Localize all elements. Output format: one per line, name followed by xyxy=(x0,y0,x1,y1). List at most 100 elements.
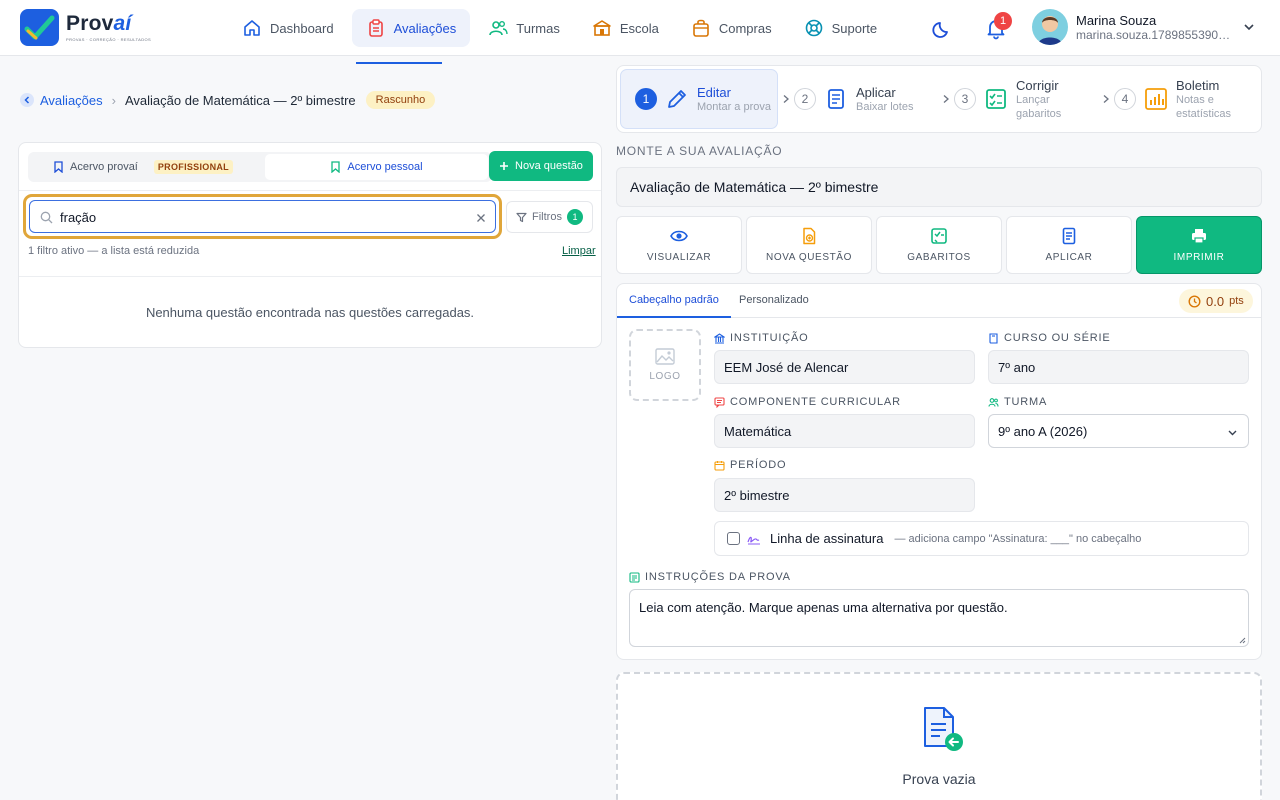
search-input[interactable] xyxy=(60,207,460,227)
plus-icon xyxy=(500,162,509,170)
subject-field[interactable]: Matemática xyxy=(714,414,975,448)
nav-escola[interactable]: Escola xyxy=(578,9,673,47)
checklist-icon xyxy=(986,89,1006,109)
new-question-button[interactable]: Nova questão xyxy=(489,151,593,181)
step-subtitle: Baixar lotes xyxy=(856,100,914,113)
breadcrumb: Avaliações › Avaliação de Matemática — 2… xyxy=(20,91,436,109)
search-focus-ring xyxy=(23,194,502,239)
divider xyxy=(19,276,601,277)
button-label: VISUALIZAR xyxy=(646,252,712,263)
preview-button[interactable]: VISUALIZAR xyxy=(616,216,742,274)
breadcrumb-current: Avaliação de Matemática — 2º bimestre xyxy=(124,92,356,108)
nav-label: Escola xyxy=(619,20,659,36)
signature-label: Linha de assinatura xyxy=(770,531,884,546)
print-button[interactable]: IMPRIMIR xyxy=(1136,216,1262,274)
signature-hint: — adiciona campo "Assinatura: ___" no ca… xyxy=(894,532,1142,545)
period-field[interactable]: 2º bimestre xyxy=(714,478,975,512)
step-boletim[interactable]: 4 Boletim Notas e estatísticas xyxy=(1100,69,1258,129)
new-question-action-button[interactable]: NOVA QUESTÃO xyxy=(746,216,872,274)
tab-acervo-pessoal[interactable]: Acervo pessoal xyxy=(265,154,488,180)
institution-label: INSTITUIÇÃO xyxy=(714,332,808,344)
building-icon xyxy=(714,332,725,344)
image-icon xyxy=(655,348,675,365)
step-corrigir[interactable]: 3 Corrigir Lançar gabaritos xyxy=(940,69,1095,129)
moon-icon[interactable] xyxy=(932,18,954,40)
nav-label: Suporte xyxy=(831,20,878,36)
instructions-textarea[interactable]: Leia com atenção. Marque apenas uma alte… xyxy=(629,589,1249,647)
nav-dashboard[interactable]: Dashboard xyxy=(228,9,348,47)
bank-source-tabs: Acervo provaí PROFISSIONAL Acervo pessoa… xyxy=(28,152,492,182)
status-badge: Rascunho xyxy=(365,91,436,109)
button-label: IMPRIMIR xyxy=(1173,252,1225,263)
top-bar: Provaí PROVAS · CORREÇÃO · RESULTADOS Da… xyxy=(0,0,1280,56)
filter-icon xyxy=(516,212,527,222)
user-name: Marina Souza xyxy=(1076,12,1157,28)
nav-label: Dashboard xyxy=(270,20,334,36)
button-label: APLICAR xyxy=(1045,252,1093,263)
main-nav: Dashboard Avaliações Turmas Escola Compr… xyxy=(228,9,891,47)
nav-compras[interactable]: Compras xyxy=(677,9,786,47)
brand-logo[interactable]: Provaí PROVAS · CORREÇÃO · RESULTADOS xyxy=(20,9,151,46)
text-icon xyxy=(629,571,640,583)
home-icon xyxy=(244,20,260,36)
step-title: Editar xyxy=(697,84,731,100)
chevron-left-icon[interactable] xyxy=(20,93,34,107)
nav-turmas[interactable]: Turmas xyxy=(474,9,574,47)
course-label: CURSO OU SÉRIE xyxy=(988,332,1111,344)
step-number: 3 xyxy=(954,88,976,110)
clear-filters-link[interactable]: Limpar xyxy=(562,245,596,257)
book-icon xyxy=(989,332,998,344)
divider xyxy=(19,190,601,191)
institution-field[interactable]: EEM José de Alencar xyxy=(714,350,975,384)
section-title: MONTE A SUA AVALIAÇÃO xyxy=(616,144,783,158)
button-label: Nova questão xyxy=(515,160,583,172)
users-icon xyxy=(988,397,999,407)
step-number: 4 xyxy=(1114,88,1136,110)
filter-hint: 1 filtro ativo — a lista está reduzida xyxy=(28,245,200,257)
printer-icon xyxy=(1192,229,1206,244)
class-select-value: 9º ano A (2026) xyxy=(998,424,1088,439)
step-aplicar[interactable]: 2 Aplicar Baixar lotes xyxy=(780,69,935,129)
tab-acervo-provai[interactable]: Acervo provaí PROFISSIONAL xyxy=(30,154,256,180)
points-unit: pts xyxy=(1229,295,1244,307)
course-field[interactable]: 7º ano xyxy=(988,350,1249,384)
step-number: 1 xyxy=(635,88,657,110)
empty-exam-dropzone: Prova vazia xyxy=(616,672,1262,800)
user-menu[interactable]: Marina Souza marina.souza.178985539079@p… xyxy=(1032,9,1236,45)
points-value: 0.0 xyxy=(1206,293,1225,309)
file-plus-icon xyxy=(803,227,816,245)
breadcrumb-parent[interactable]: Avaliações xyxy=(40,93,103,108)
builder-actions: VISUALIZAR NOVA QUESTÃO GABARITOS APLICA… xyxy=(616,216,1262,274)
brand-name: Provaí xyxy=(66,11,132,35)
button-label: Filtros xyxy=(532,211,562,223)
close-icon[interactable] xyxy=(476,213,486,223)
exam-title-field[interactable]: Avaliação de Matemática — 2º bimestre xyxy=(616,167,1262,207)
question-bank-panel: Acervo provaí PROFISSIONAL Acervo pessoa… xyxy=(18,142,602,348)
resize-handle-icon[interactable] xyxy=(1238,636,1246,644)
chevron-down-icon[interactable] xyxy=(1243,21,1255,33)
button-label: NOVA QUESTÃO xyxy=(766,252,852,263)
user-email: marina.souza.178985539079@provai.com.br xyxy=(1076,27,1236,42)
bookmark-icon xyxy=(54,161,63,173)
users-icon xyxy=(489,21,508,36)
logo-upload[interactable]: LOGO xyxy=(629,329,701,401)
tab-default-header[interactable]: Cabeçalho padrão xyxy=(617,284,731,318)
nav-avaliacoes[interactable]: Avaliações xyxy=(351,9,471,47)
answer-keys-button[interactable]: GABARITOS xyxy=(876,216,1002,274)
signature-checkbox[interactable] xyxy=(727,532,740,545)
step-title: Boletim xyxy=(1176,77,1220,93)
tab-custom-header[interactable]: Personalizado xyxy=(727,284,821,318)
instructions-label: INSTRUÇÕES DA PROVA xyxy=(629,571,791,583)
apply-button[interactable]: APLICAR xyxy=(1006,216,1132,274)
pencil-icon xyxy=(668,90,686,108)
class-label: TURMA xyxy=(988,396,1047,408)
breadcrumb-separator: › xyxy=(111,92,116,108)
nav-label: Compras xyxy=(718,20,772,36)
filters-button[interactable]: Filtros 1 xyxy=(506,201,593,233)
document-icon xyxy=(1062,227,1076,245)
school-icon xyxy=(593,20,611,36)
search-box xyxy=(29,200,496,233)
step-editar[interactable]: 1 Editar Montar a prova xyxy=(620,69,778,129)
nav-suporte[interactable]: Suporte xyxy=(790,9,892,47)
class-select[interactable]: 9º ano A (2026) xyxy=(988,414,1249,448)
